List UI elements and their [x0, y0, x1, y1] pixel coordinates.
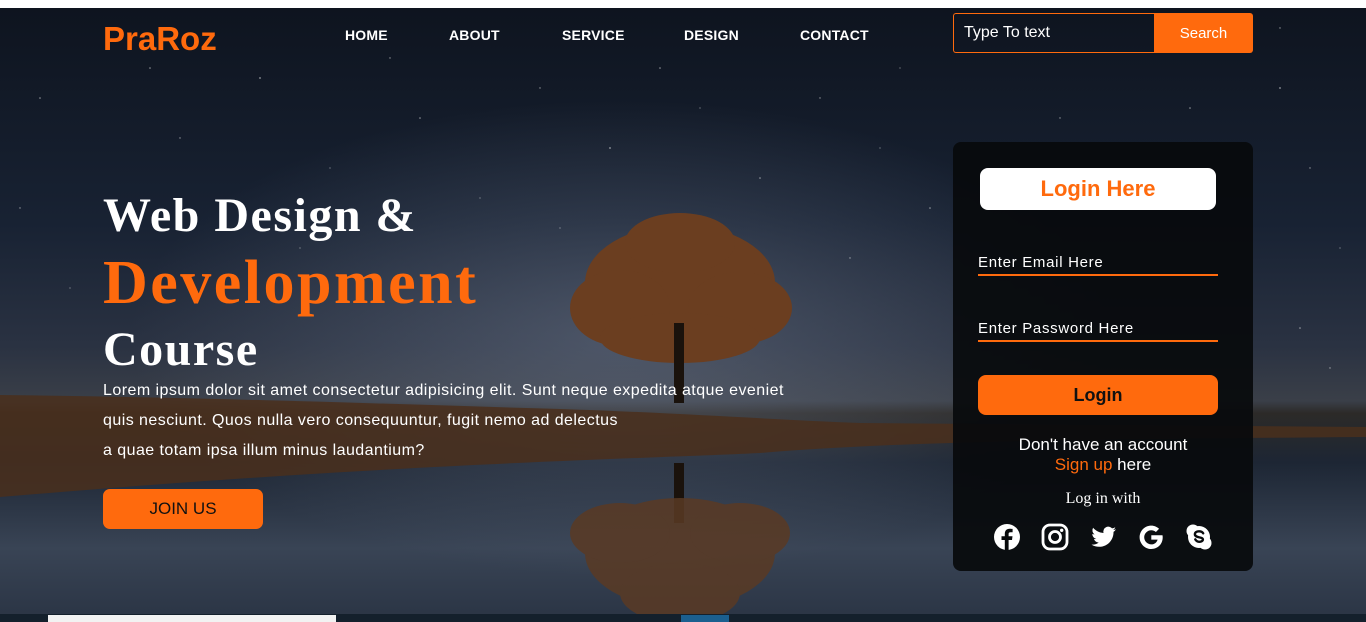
login-panel: Login Here Login Don't have an account S…: [953, 142, 1253, 571]
nav-item-home[interactable]: HOME: [345, 27, 388, 43]
hero-headline-line1: Web Design &: [103, 189, 418, 242]
google-icon[interactable]: [1136, 522, 1166, 552]
signup-prompt: Don't have an account Sign up here: [953, 435, 1253, 475]
login-title: Login Here: [980, 168, 1216, 210]
hero-paragraph: Lorem ipsum dolor sit amet consectetur a…: [103, 376, 784, 466]
brand-logo[interactable]: PraRoz: [103, 20, 217, 58]
instagram-icon[interactable]: [1040, 522, 1070, 552]
signup-link[interactable]: Sign up: [1055, 455, 1113, 474]
nav-item-service[interactable]: SERVICE: [562, 27, 625, 43]
login-button[interactable]: Login: [978, 375, 1218, 415]
search-input[interactable]: [953, 13, 1154, 53]
facebook-icon[interactable]: [992, 522, 1022, 552]
hero-paragraph-line: a quae totam ipsa illum minus laudantium…: [103, 442, 425, 459]
password-field[interactable]: [978, 316, 1218, 342]
skype-icon[interactable]: [1184, 522, 1214, 552]
hero-headline-line2: Development: [103, 249, 479, 317]
hero-headline-line3: Course: [103, 323, 259, 376]
email-field[interactable]: [978, 250, 1218, 276]
hero-paragraph-line: quis nesciunt. Quos nulla vero consequun…: [103, 412, 618, 429]
nav-item-contact[interactable]: CONTACT: [800, 27, 869, 43]
bottom-bar-white: [48, 615, 336, 622]
join-us-button[interactable]: JOIN US: [103, 489, 263, 529]
search-button[interactable]: Search: [1154, 13, 1253, 53]
signup-suffix: here: [1112, 455, 1152, 474]
no-account-text: Don't have an account: [1018, 435, 1188, 454]
bottom-bar-blue: [681, 615, 729, 622]
nav-item-about[interactable]: ABOUT: [449, 27, 500, 43]
signup-line: Sign up here: [953, 455, 1253, 475]
login-with-label: Log in with: [1065, 490, 1141, 507]
hero-paragraph-line: Lorem ipsum dolor sit amet consectetur a…: [103, 382, 784, 399]
nav-item-design[interactable]: DESIGN: [684, 27, 739, 43]
twitter-icon[interactable]: [1088, 522, 1118, 552]
tree-reflection: [570, 463, 790, 622]
